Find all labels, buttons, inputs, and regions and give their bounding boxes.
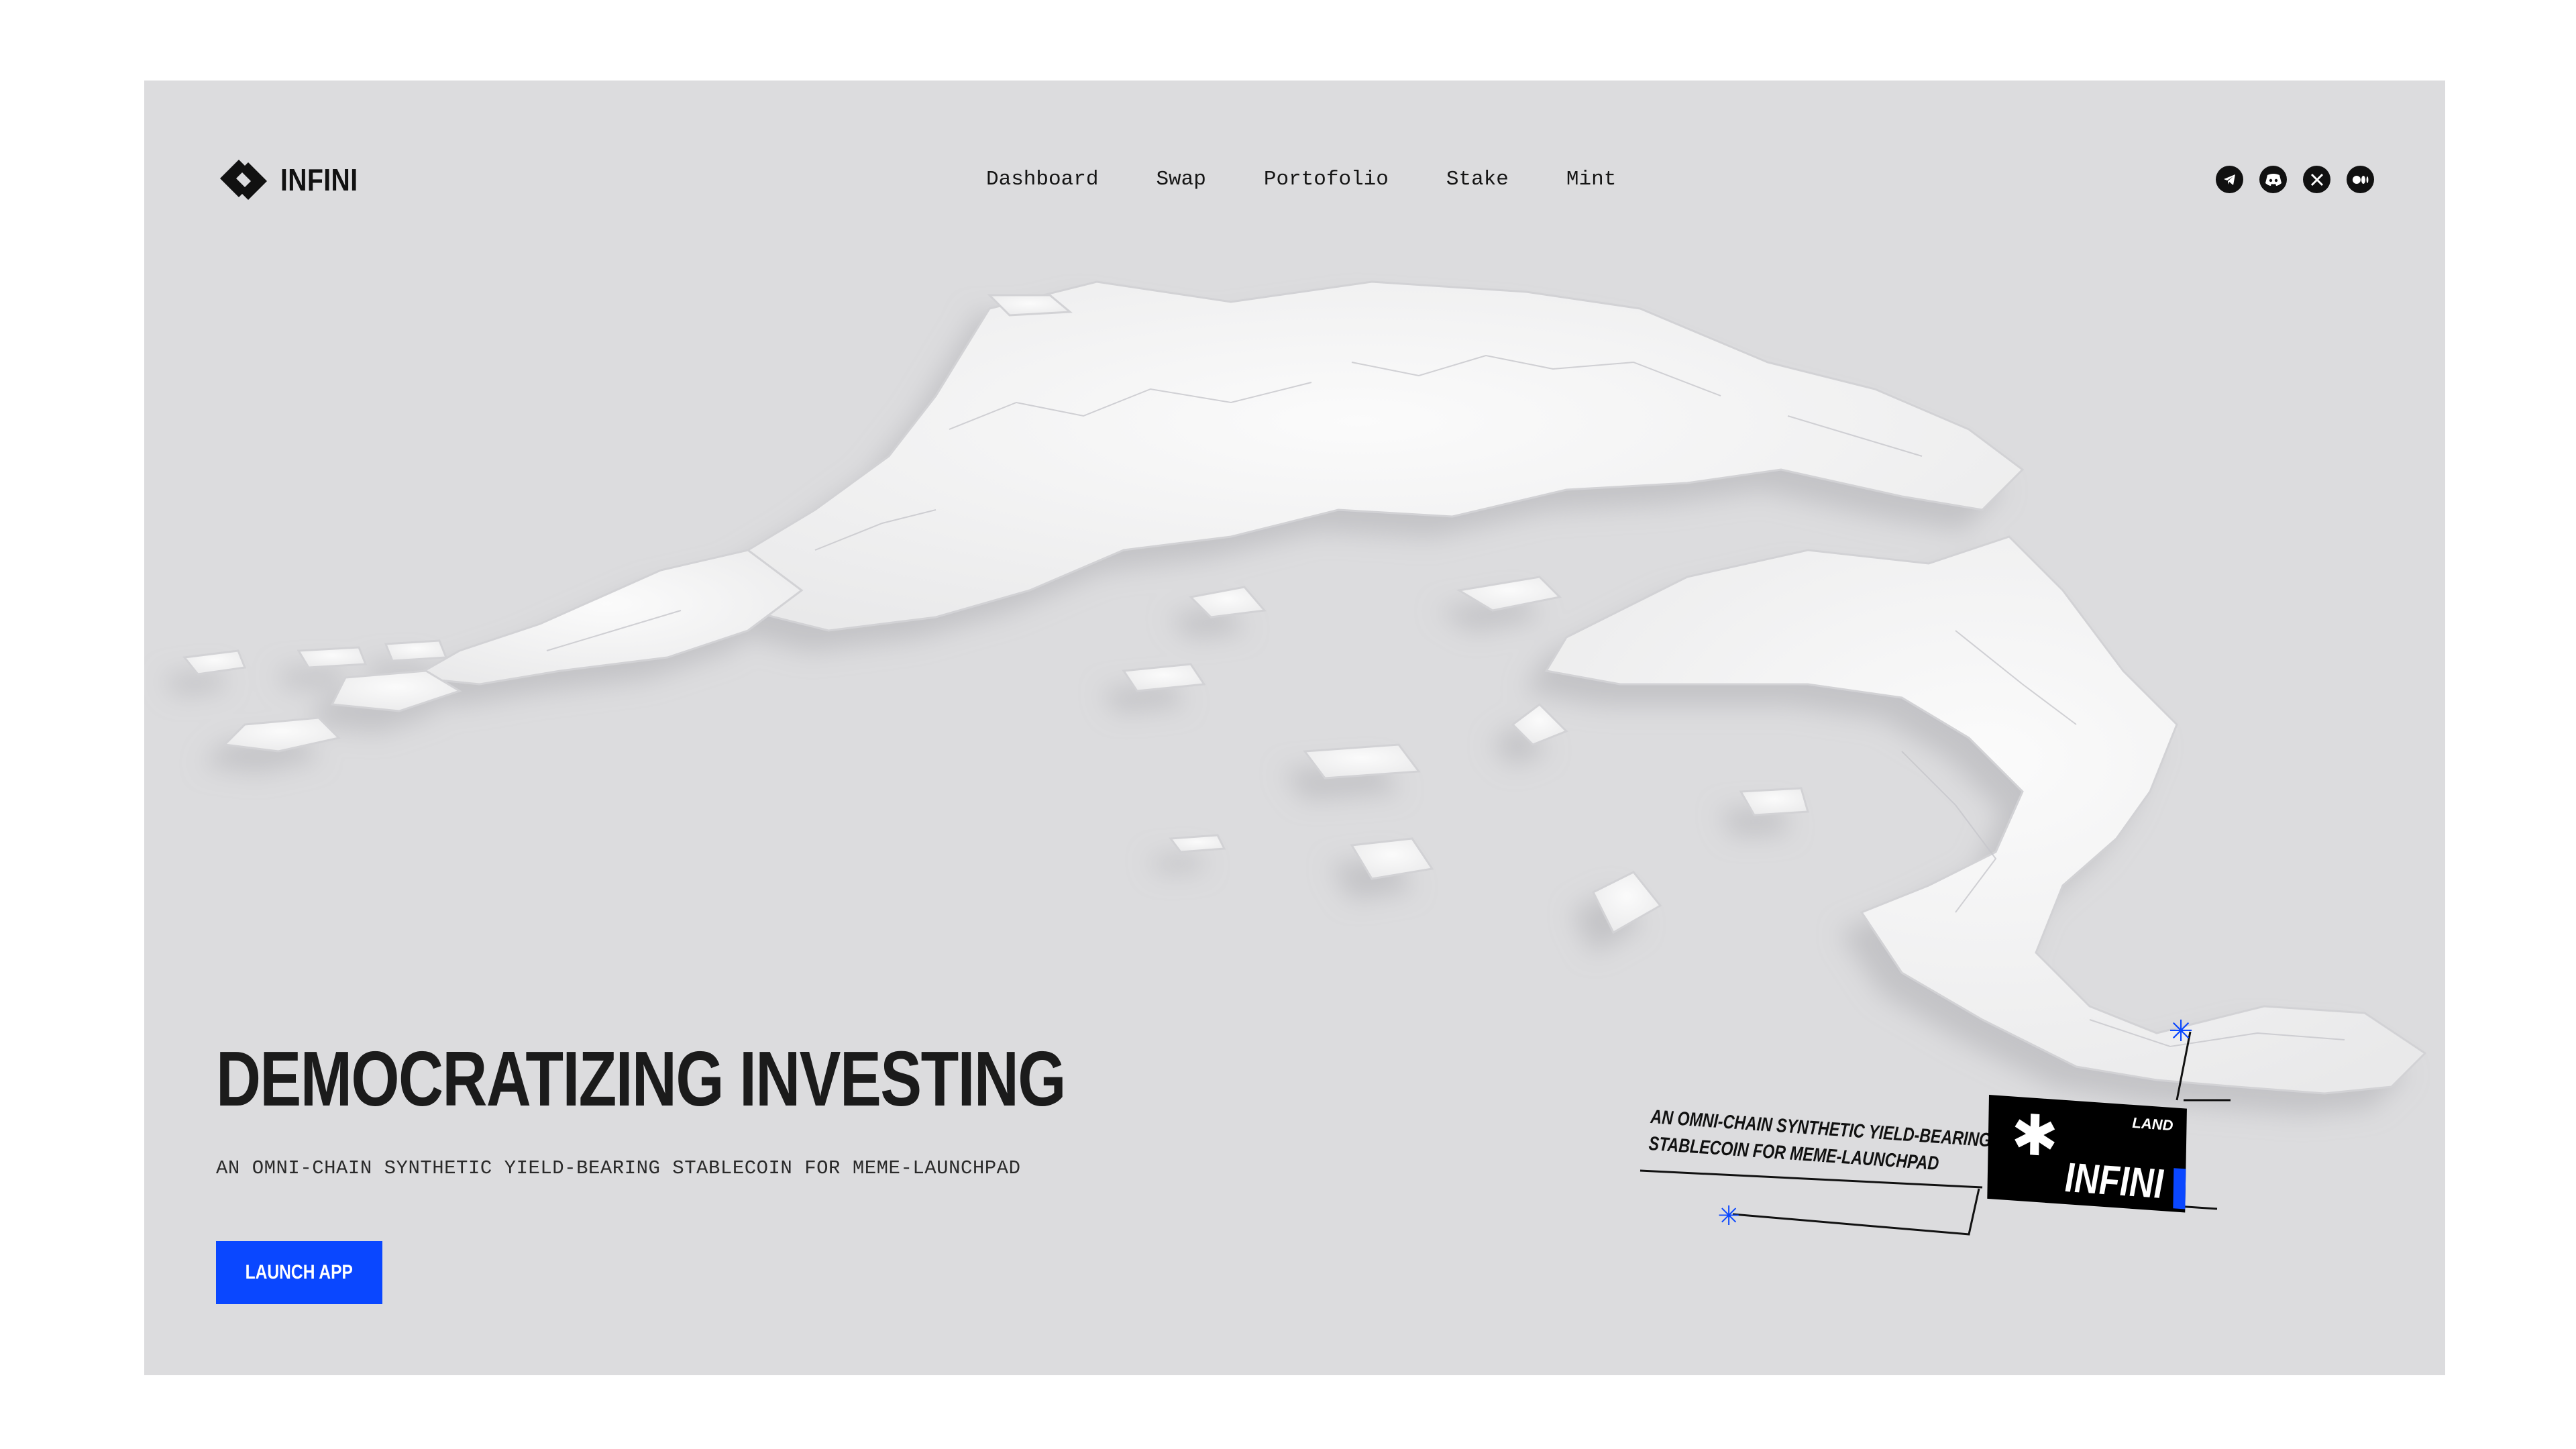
hero-section: INFINI Dashboard Swap Portofolio Stake M…	[144, 80, 2445, 1375]
x-icon[interactable]	[2303, 166, 2330, 193]
telegram-icon[interactable]	[2216, 166, 2243, 193]
nav-item-stake[interactable]: Stake	[1446, 160, 1509, 200]
nav-item-dashboard[interactable]: Dashboard	[986, 160, 1098, 200]
launch-app-button[interactable]: LAUNCH APP	[216, 1241, 382, 1304]
main-nav: Dashboard Swap Portofolio Stake Mint	[986, 160, 1616, 200]
nav-item-swap[interactable]: Swap	[1156, 160, 1205, 200]
infini-land-badge: ✱ LAND INFINI	[1987, 1095, 2187, 1213]
badge-name: INFINI	[2064, 1154, 2164, 1208]
discord-icon[interactable]	[2259, 166, 2287, 193]
nav-item-portofolio[interactable]: Portofolio	[1264, 160, 1389, 200]
hero-subtitle: AN OMNI-CHAIN SYNTHETIC YIELD-BEARING ST…	[216, 1157, 1021, 1179]
badge-land-label: LAND	[2132, 1114, 2174, 1134]
medium-icon[interactable]	[2347, 166, 2374, 193]
infini-chevron-logo-icon	[220, 160, 267, 200]
launch-app-label: LAUNCH APP	[245, 1261, 354, 1283]
asterisk-icon: ✱	[2010, 1101, 2059, 1171]
brand-name: INFINI	[280, 162, 358, 197]
hero-title: DEMOCRATIZING INVESTING	[216, 1035, 1066, 1122]
brand-logo[interactable]: INFINI	[216, 153, 372, 207]
badge-accent-bar	[2173, 1168, 2186, 1210]
social-links	[2216, 160, 2374, 193]
nav-item-mint[interactable]: Mint	[1566, 160, 1616, 200]
